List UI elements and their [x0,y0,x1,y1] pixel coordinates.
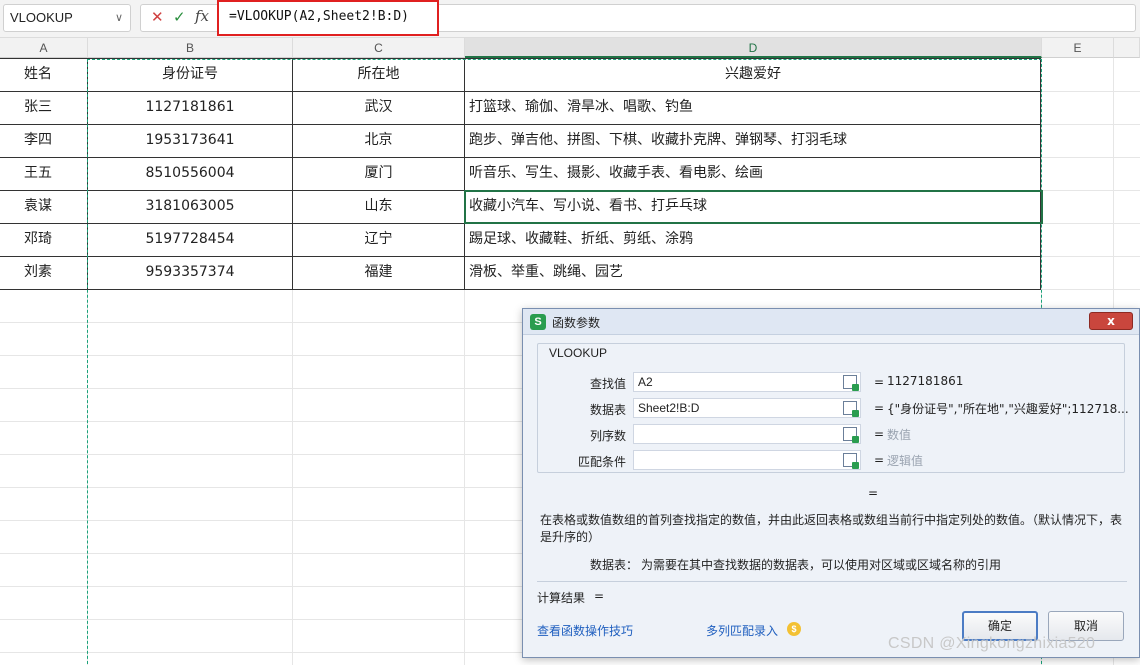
cell-name[interactable]: 邓琦 [24,223,84,256]
range-select-icon[interactable] [843,453,859,469]
column-header-a[interactable]: A [0,38,88,58]
active-cell-selection [464,190,1043,224]
calc-result-equals: = [594,589,605,603]
formula-result-equals: = [868,486,879,500]
arg-equals: = [874,375,885,389]
name-box[interactable]: VLOOKUP ∨ [3,4,131,32]
function-tips-link[interactable]: 查看函数操作技巧 [537,622,633,639]
column-header-f[interactable] [1114,38,1140,58]
arg-hint-col-index: 数值 [887,428,912,442]
arg-input-match-type[interactable] [633,450,861,470]
function-description: 在表格或数值数组的首列查找指定的数值，并由此返回表格或数组当前行中指定列处的数值… [540,513,1123,544]
chevron-down-icon[interactable]: ∨ [115,5,123,31]
cell-name[interactable]: 张三 [24,91,84,124]
multi-column-match-link[interactable]: 多列匹配录入 [706,622,778,639]
formula-input-area[interactable]: ✕ ✓ fx =VLOOKUP(A2,Sheet2!B:D) [140,0,1136,36]
column-header-d[interactable]: D [465,38,1042,58]
calc-result-label: 计算结果 [537,591,586,605]
range-select-icon[interactable] [843,427,859,443]
range-select-icon[interactable] [843,401,859,417]
watermark: CSDN @Xingkongzhixia520 [888,635,1096,652]
arg-label-lookup-value: 查找值 [589,377,626,391]
arg-input-lookup-value[interactable]: A2 [633,372,861,392]
arg-label-col-index: 列序数 [589,429,626,443]
arg-hint-match-type: 逻辑值 [887,454,924,468]
arg-result-lookup-value: 1127181861 [887,374,964,388]
formula-bar: VLOOKUP ∨ ✕ ✓ fx =VLOOKUP(A2,Sheet2!B:D) [0,0,1140,38]
cell-name[interactable]: 王五 [24,157,84,190]
cell-name[interactable]: 李四 [24,124,84,157]
function-arguments-dialog: S 函数参数 x VLOOKUP 查找值 A2 = 1127181861 数据表… [522,308,1140,658]
column-header-c[interactable]: C [293,38,465,58]
dialog-title: 函数参数 [552,316,601,330]
coin-icon: $ [787,622,801,636]
arg-equals: = [874,401,885,415]
dialog-title-bar[interactable]: S 函数参数 x [523,309,1139,335]
arg-input-col-index[interactable] [633,424,861,444]
column-header-b[interactable]: B [88,38,293,58]
column-header-e[interactable]: E [1042,38,1114,58]
close-button[interactable]: x [1089,312,1133,330]
close-icon[interactable]: ✕ [151,8,164,26]
arg-equals: = [874,427,885,441]
app-logo-icon: S [530,314,546,330]
divider [537,581,1127,582]
function-name: VLOOKUP [547,346,610,360]
arg-label-match-type: 匹配条件 [577,455,626,469]
check-icon[interactable]: ✓ [173,8,186,26]
arg-input-table[interactable]: Sheet2!B:D [633,398,861,418]
function-icon[interactable]: fx [195,7,209,25]
cell-name[interactable]: 刘素 [24,256,84,289]
header-cell-name[interactable]: 姓名 [24,58,84,91]
name-box-value: VLOOKUP [10,10,73,25]
argument-description: 为需要在其中查找数据的数据表，可以使用对区域或区域名称的引用 [641,558,1002,572]
arg-equals: = [874,453,885,467]
arg-label-table: 数据表 [589,403,626,417]
arg-result-table: {"身份证号","所在地","兴趣爱好";112718... [887,402,1129,416]
formula-text[interactable]: =VLOOKUP(A2,Sheet2!B:D) [217,0,439,36]
cell-name[interactable]: 袁谋 [24,190,84,223]
argument-description-label: 数据表： [590,558,639,572]
range-select-icon[interactable] [843,375,859,391]
